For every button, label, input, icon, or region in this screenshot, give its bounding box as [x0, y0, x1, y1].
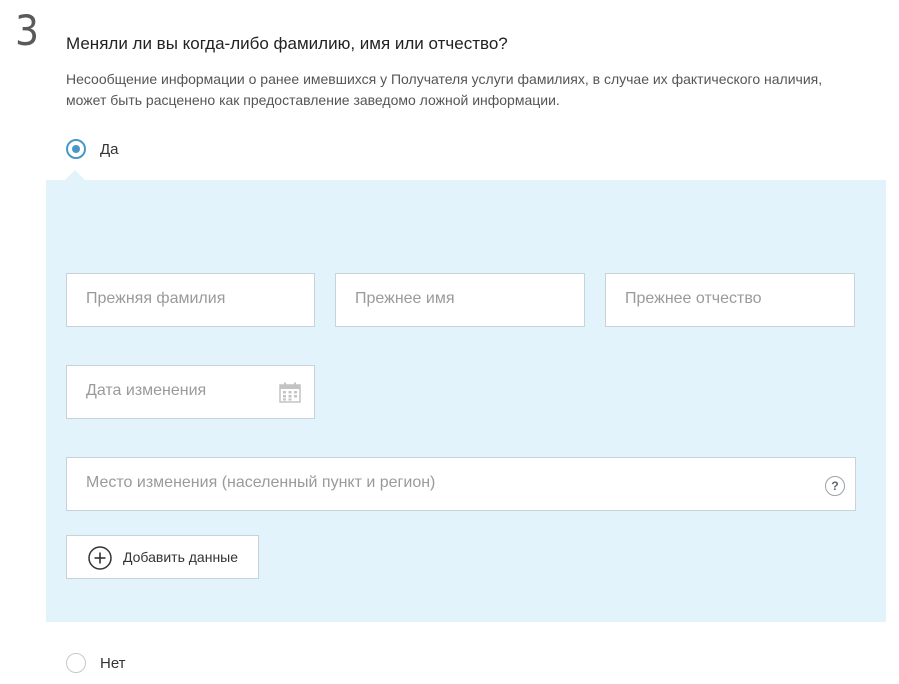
previous-surname-placeholder: Прежняя фамилия — [86, 290, 226, 307]
change-place-placeholder: Место изменения (населенный пункт и реги… — [86, 474, 436, 491]
previous-name-field[interactable]: Прежнее имя — [335, 273, 585, 327]
add-data-button[interactable]: Добавить данные — [66, 535, 259, 579]
calendar-icon[interactable] — [279, 382, 301, 403]
change-place-field[interactable]: Место изменения (населенный пункт и реги… — [66, 457, 856, 511]
help-icon[interactable]: ? — [825, 476, 845, 496]
previous-surname-field[interactable]: Прежняя фамилия — [66, 273, 315, 327]
previous-patronymic-placeholder: Прежнее отчество — [625, 290, 762, 307]
change-date-placeholder: Дата изменения — [86, 382, 207, 399]
radio-yes-label[interactable]: Да — [100, 141, 119, 158]
radio-no[interactable] — [66, 653, 86, 673]
question-title: Меняли ли вы когда-либо фамилию, имя или… — [66, 34, 508, 53]
previous-name-placeholder: Прежнее имя — [355, 290, 455, 307]
radio-no-label[interactable]: Нет — [100, 655, 126, 672]
previous-patronymic-field[interactable]: Прежнее отчество — [605, 273, 855, 327]
change-date-field[interactable]: Дата изменения — [66, 365, 315, 419]
question-hint: Несообщение информации о ранее имевшихся… — [66, 71, 823, 108]
add-data-button-label: Добавить данные — [123, 549, 239, 565]
step-number: 3 — [15, 6, 40, 55]
plus-circle-icon — [88, 546, 112, 570]
radio-yes[interactable] — [66, 139, 86, 159]
